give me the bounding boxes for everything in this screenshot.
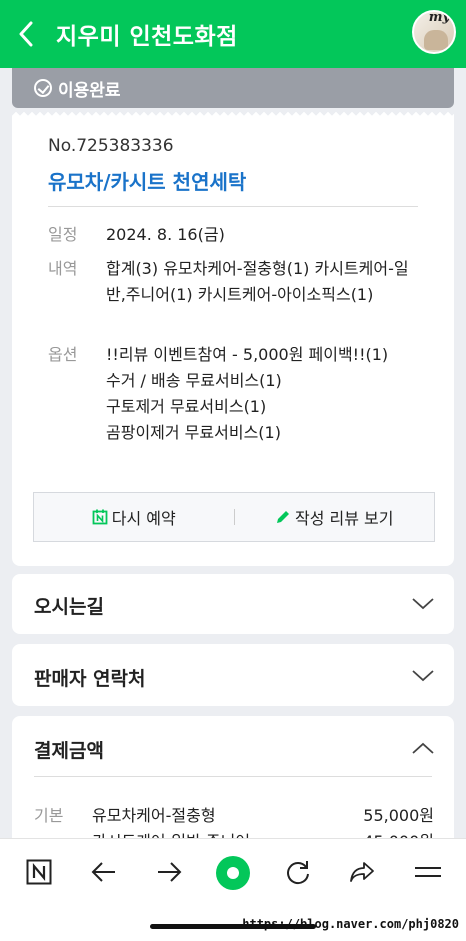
seller-contact-title: 판매자 연락처	[34, 668, 146, 690]
view-review-label: 작성 리뷰 보기	[295, 509, 394, 528]
green-home-button[interactable]	[215, 855, 251, 891]
divider	[48, 206, 418, 207]
schedule-value: 2024. 8. 16(금)	[106, 225, 225, 244]
payment-title: 결제금액	[34, 740, 104, 762]
schedule-label: 일정	[48, 225, 78, 244]
chevron-down-icon	[412, 670, 434, 682]
naver-n-icon	[26, 859, 52, 885]
avatar-figure	[424, 30, 448, 50]
ticket-edge	[12, 110, 454, 118]
rebook-label: 다시 예약	[111, 509, 176, 528]
refresh-icon	[287, 861, 309, 885]
payment-row-label: 기본	[34, 806, 64, 825]
arrow-right-icon	[158, 862, 182, 882]
payment-section: 결제금액 기본 유모차케어-절충형 55,000원 카시트케어-일반,주니어 4…	[12, 716, 454, 856]
status-label: 이용완료	[58, 80, 121, 101]
forward-nav-button[interactable]	[154, 857, 184, 887]
refresh-button[interactable]	[283, 857, 313, 887]
view-review-button[interactable]: 작성 리뷰 보기	[235, 493, 435, 541]
seller-contact-section[interactable]: 판매자 연락처	[12, 644, 454, 706]
share-button[interactable]	[347, 857, 377, 887]
order-card: No.725383336 유모차/카시트 천연세탁 일정 2024. 8. 16…	[12, 110, 454, 566]
option-item: 곰팡이제거 무료서비스(1)	[106, 423, 281, 442]
calendar-icon	[92, 509, 108, 525]
menu-icon	[415, 867, 441, 877]
chevron-down-icon	[412, 598, 434, 610]
details-value: 합계(3) 유모차케어-절충형(1) 카시트케어-일반,주니어(1) 카시트케어…	[106, 259, 409, 304]
page-title: 지우미 인천도화점	[56, 24, 238, 50]
divider	[34, 776, 432, 777]
action-bar: 다시 예약 작성 리뷰 보기	[33, 492, 435, 542]
back-button[interactable]	[0, 0, 52, 68]
payment-row-name: 유모차케어-절충형	[92, 806, 216, 825]
home-indicator	[150, 924, 316, 929]
avatar-my-text: my	[428, 10, 450, 25]
app-header: 지우미 인천도화점 my	[0, 0, 466, 68]
option-item: 수거 / 배송 무료서비스(1)	[106, 371, 282, 390]
directions-section[interactable]: 오시는길	[12, 574, 454, 634]
details-label: 내역	[48, 259, 78, 278]
product-title[interactable]: 유모차/카시트 천연세탁	[48, 166, 246, 195]
avatar[interactable]: my	[412, 10, 456, 54]
status-banner: 이용완료	[12, 68, 454, 108]
back-icon	[19, 21, 33, 47]
option-item: !!리뷰 이벤트참여 - 5,000원 페이백!!(1)	[106, 345, 389, 364]
share-icon	[350, 862, 374, 882]
check-circle-icon	[34, 79, 52, 97]
payment-row-price: 55,000원	[363, 806, 434, 825]
naver-home-button[interactable]	[24, 857, 54, 887]
green-dot-icon	[216, 856, 250, 890]
chevron-up-icon[interactable]	[412, 742, 434, 754]
order-number: No.725383336	[48, 136, 174, 156]
rebook-button[interactable]: 다시 예약	[34, 493, 234, 541]
directions-title: 오시는길	[34, 596, 104, 618]
options-list: !!리뷰 이벤트참여 - 5,000원 페이백!!(1) 수거 / 배송 무료서…	[106, 342, 416, 446]
arrow-left-icon	[91, 862, 115, 882]
menu-button[interactable]	[413, 857, 443, 887]
pencil-icon	[275, 509, 291, 525]
back-nav-button[interactable]	[89, 857, 119, 887]
options-label: 옵션	[48, 345, 78, 364]
option-item: 구토제거 무료서비스(1)	[106, 397, 267, 416]
